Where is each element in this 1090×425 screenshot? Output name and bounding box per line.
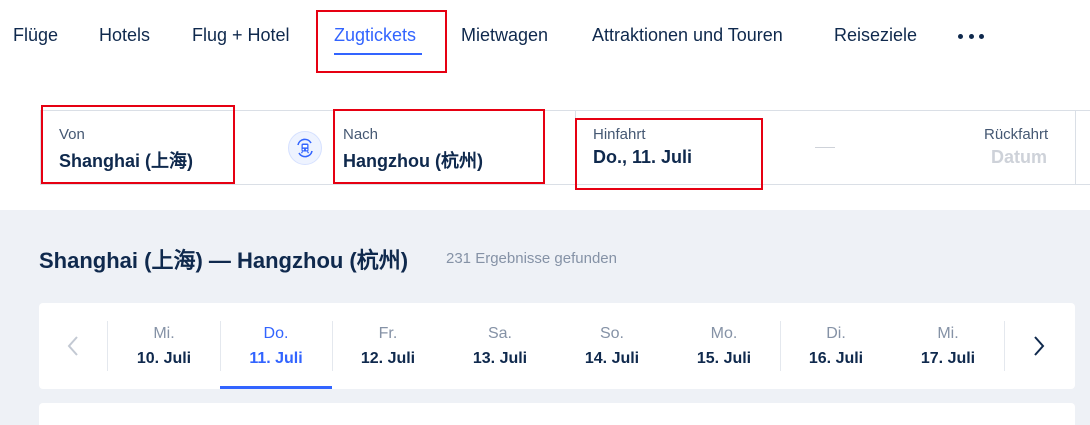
date-label: 12. Juli: [360, 350, 416, 367]
nav-item-mietwagen[interactable]: Mietwagen: [461, 25, 548, 46]
date-cell[interactable]: Sa. 13. Juli: [444, 303, 556, 389]
date-cell[interactable]: Mo. 15. Juli: [668, 303, 780, 389]
nav-item-hotels[interactable]: Hotels: [99, 25, 150, 46]
date-cell[interactable]: Fr. 12. Juli: [332, 303, 444, 389]
depart-label: Hinfahrt: [593, 126, 646, 143]
search-form: [40, 110, 1090, 185]
to-label: Nach: [343, 126, 379, 143]
return-placeholder[interactable]: Datum: [991, 147, 1047, 168]
nav-item-fluege[interactable]: Flüge: [13, 25, 58, 46]
chevron-right-icon[interactable]: [1005, 303, 1073, 389]
date-label: 17. Juli: [920, 350, 976, 367]
date-label: 14. Juli: [584, 350, 640, 367]
chevron-left-icon[interactable]: [39, 303, 107, 389]
from-value[interactable]: Shanghai (上海): [59, 147, 193, 173]
date-range-dash: [815, 147, 835, 148]
date-label: 16. Juli: [808, 350, 864, 367]
day-of-week: Mi.: [937, 325, 959, 342]
day-of-week: Do.: [263, 325, 289, 342]
date-cell[interactable]: Di. 16. Juli: [780, 303, 892, 389]
nav-item-flug-hotel[interactable]: Flug + Hotel: [192, 25, 290, 46]
day-of-week: Sa.: [487, 325, 512, 342]
day-of-week: Fr.: [378, 325, 398, 342]
date-cell[interactable]: So. 14. Juli: [556, 303, 668, 389]
more-dots-icon[interactable]: [958, 27, 984, 45]
date-cell[interactable]: Mi. 17. Juli: [892, 303, 1004, 389]
day-of-week: So.: [599, 325, 624, 342]
results-list-card: [39, 403, 1075, 425]
field-divider: [575, 111, 576, 184]
return-label: Rückfahrt: [984, 126, 1049, 143]
results-count: 231 Ergebnisse gefunden: [446, 250, 617, 267]
day-of-week: Mo.: [710, 325, 738, 342]
active-date-underline: [220, 386, 332, 389]
depart-value[interactable]: Do., 11. Juli: [593, 147, 692, 168]
to-value[interactable]: Hangzhou (杭州): [343, 147, 483, 173]
nav-item-zugtickets[interactable]: Zugtickets: [334, 25, 416, 46]
date-label: 13. Juli: [472, 350, 528, 367]
day-of-week: Mi.: [153, 325, 175, 342]
day-of-week: Di.: [826, 325, 846, 342]
active-tab-underline: [334, 53, 422, 55]
field-divider: [1075, 111, 1076, 184]
date-cell-active[interactable]: Do. 11. Juli: [220, 303, 332, 389]
from-label: Von: [59, 126, 85, 143]
date-cell[interactable]: Mi. 10. Juli: [108, 303, 220, 389]
date-label: 10. Juli: [136, 350, 192, 367]
train-swap-icon[interactable]: [288, 131, 322, 165]
nav-item-attraktionen[interactable]: Attraktionen und Touren: [592, 25, 783, 46]
route-title: Shanghai (上海) — Hangzhou (杭州): [39, 248, 409, 273]
date-selector: Mi. 10. Juli Do. 11. Juli Fr. 12. Juli S…: [39, 303, 1075, 389]
date-label: 11. Juli: [249, 350, 303, 367]
top-nav: Flüge Hotels Flug + Hotel Zugtickets Mie…: [0, 0, 1090, 80]
date-label: 15. Juli: [696, 350, 752, 367]
nav-item-reiseziele[interactable]: Reiseziele: [834, 25, 917, 46]
